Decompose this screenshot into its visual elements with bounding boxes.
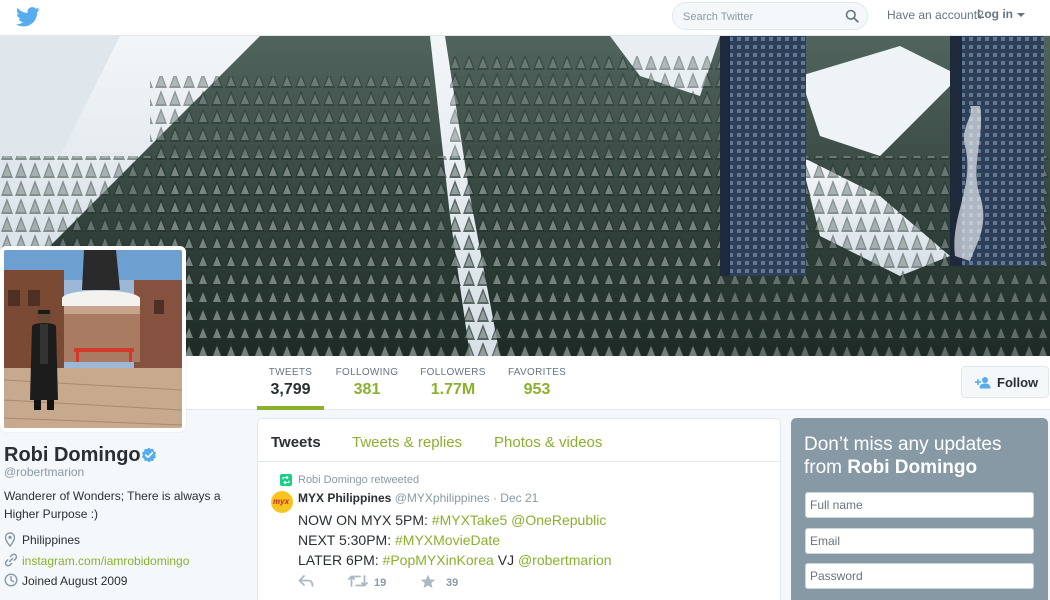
tweet-text: NOW ON MYX 5PM: #MYXTake5 @OneRepublic N…	[298, 510, 612, 570]
retweet-icon	[348, 575, 368, 587]
tweet-header: MYX Philippines @MYXphilippines · Dec 21	[298, 491, 538, 505]
nav-tweets[interactable]: TWEETS 3,799	[257, 356, 324, 410]
tweet-separator: ·	[492, 491, 497, 505]
clock-icon	[4, 573, 18, 587]
fullname-field[interactable]	[805, 492, 1034, 518]
tweet-author-handle[interactable]: @MYXphilippines	[395, 491, 490, 505]
twitter-bird-icon[interactable]	[16, 7, 40, 27]
nav-followers[interactable]: FOLLOWERS 1.77M	[418, 356, 488, 410]
stat-value: 381	[353, 381, 381, 398]
stat-label: FOLLOWERS	[420, 367, 486, 378]
avatar-photo	[4, 250, 182, 428]
password-field[interactable]	[805, 563, 1034, 589]
avatar-logo-text: myx	[273, 497, 290, 506]
location-text: Philippines	[22, 533, 81, 547]
hashtag-link[interactable]: #MYXMovieDate	[395, 532, 500, 548]
tab-tweets-replies[interactable]: Tweets & replies	[352, 434, 462, 451]
favorite-button[interactable]: 39	[420, 574, 470, 590]
retweet-button[interactable]: 19	[348, 574, 398, 590]
tweet-line: LATER 6PM: #PopMYXinKorea VJ @robertmari…	[298, 550, 612, 570]
link-icon	[4, 553, 18, 567]
signup-heading: Don’t miss any updates from Robi Domingo	[804, 433, 1039, 479]
signup-module: Don’t miss any updates from Robi Domingo	[791, 418, 1048, 600]
profile-handle[interactable]: @robertmarion	[4, 465, 84, 479]
mention-link[interactable]: @robertmarion	[518, 552, 612, 568]
hashtag-link[interactable]: #MYXTake5	[432, 512, 507, 528]
verified-icon	[142, 447, 156, 463]
website-link[interactable]: instagram.com/iamrobidomingo	[22, 554, 189, 568]
tweet-actions: 19 39	[298, 574, 598, 590]
login-label: Log in	[977, 7, 1013, 21]
mention-link[interactable]: @OneRepublic	[511, 512, 606, 528]
stat-value: 1.77M	[430, 381, 476, 398]
profile-name[interactable]: Robi Domingo	[4, 444, 141, 467]
timeline: Tweets Tweets & replies Photos & videos …	[257, 418, 781, 600]
search-input[interactable]	[683, 8, 833, 25]
add-user-icon	[975, 377, 991, 389]
tweet[interactable]: Robi Domingo retweeted myx MYX Philippin…	[258, 463, 780, 600]
tweet-text-segment: NEXT 5:30PM:	[298, 532, 396, 548]
tweet-date[interactable]: Dec 21	[500, 491, 538, 505]
stat-value: 953	[523, 381, 551, 398]
tweet-text-segment: VJ	[493, 552, 518, 568]
stat-value: 3,799	[270, 381, 311, 398]
tab-tweets[interactable]: Tweets	[271, 434, 321, 451]
stat-label: FAVORITES	[507, 367, 567, 378]
caret-down-icon	[1017, 12, 1025, 17]
search-box	[672, 2, 868, 30]
reply-icon	[298, 575, 314, 587]
stat-label: FOLLOWING	[335, 367, 399, 378]
signup-heading-name: Robi Domingo	[847, 457, 978, 478]
profile-bio: Wanderer of Wonders; There is always a H…	[4, 489, 221, 521]
hashtag-link[interactable]: #PopMYXinKorea	[383, 552, 494, 568]
reply-button[interactable]	[298, 574, 318, 590]
tweet-line: NEXT 5:30PM: #MYXMovieDate	[298, 530, 612, 550]
location-pin-icon	[4, 532, 16, 547]
joined-text: Joined August 2009	[22, 574, 128, 588]
follow-label: Follow	[997, 375, 1039, 390]
tab-photos-videos[interactable]: Photos & videos	[494, 434, 602, 451]
have-account-text: Have an account?	[887, 8, 984, 22]
login-button[interactable]: Log in	[977, 7, 1025, 21]
email-field[interactable]	[805, 528, 1034, 554]
nav-following[interactable]: FOLLOWING 381	[332, 356, 402, 410]
star-icon	[420, 574, 436, 588]
tweet-text-segment: LATER 6PM:	[298, 552, 383, 568]
avatar[interactable]	[0, 246, 186, 432]
tweet-author-name[interactable]: MYX Philippines	[298, 491, 391, 505]
timeline-tabs: Tweets Tweets & replies Photos & videos	[258, 419, 780, 462]
follow-button[interactable]: Follow	[961, 366, 1049, 398]
stat-label: TWEETS	[268, 367, 313, 378]
search-icon[interactable]	[845, 9, 859, 23]
top-bar: Have an account? Log in	[0, 0, 1050, 36]
retweet-badge-icon	[280, 474, 292, 486]
favorite-count: 39	[446, 577, 459, 589]
tweet-avatar[interactable]: myx	[271, 491, 293, 513]
tweet-text-segment: NOW ON MYX 5PM:	[298, 512, 432, 528]
retweet-notice[interactable]: Robi Domingo retweeted	[298, 474, 419, 486]
nav-favorites[interactable]: FAVORITES 953	[505, 356, 569, 410]
tweet-line: NOW ON MYX 5PM: #MYXTake5 @OneRepublic	[298, 510, 612, 530]
retweet-count: 19	[374, 577, 387, 589]
